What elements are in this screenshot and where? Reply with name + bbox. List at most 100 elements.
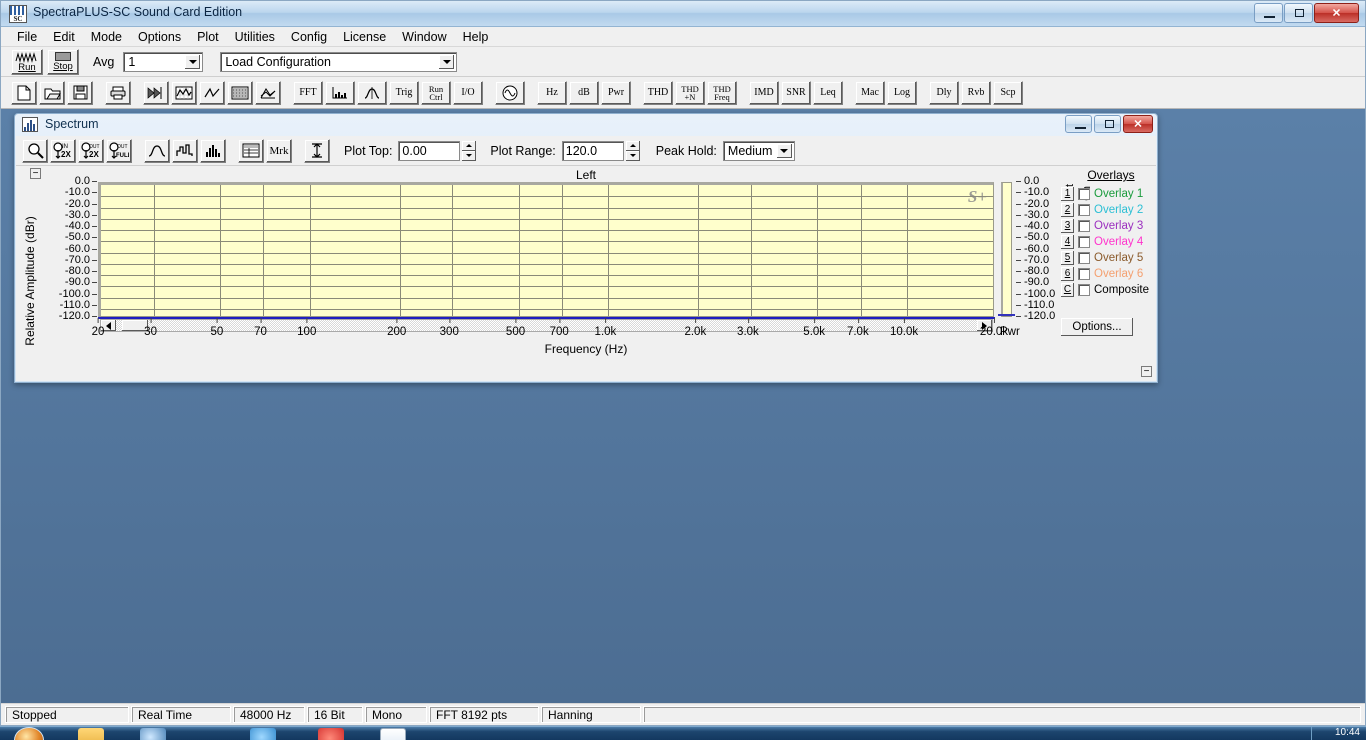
close-button[interactable]: ✕ bbox=[1314, 3, 1359, 23]
marker-button[interactable]: Mrk bbox=[266, 138, 292, 163]
avg-combo[interactable]: 1 bbox=[123, 51, 204, 72]
mdi-client-area: Spectrum ✕ IN 2X OUT 2X OUT FUL Mrk Plot… bbox=[1, 109, 1365, 703]
new-document-button[interactable] bbox=[11, 80, 37, 105]
3d-surface-button[interactable] bbox=[255, 80, 281, 105]
overlay-set-button[interactable]: 3 bbox=[1061, 218, 1074, 233]
stepper-up[interactable] bbox=[625, 140, 640, 151]
signal-generator-button[interactable] bbox=[495, 80, 525, 105]
fft-button[interactable]: FFT bbox=[293, 80, 323, 105]
snr-button[interactable]: SNR bbox=[781, 80, 811, 105]
chevron-down-icon[interactable] bbox=[185, 54, 201, 69]
dly-button[interactable]: Dly bbox=[929, 80, 959, 105]
step-plot-button[interactable] bbox=[172, 138, 198, 163]
menu-config[interactable]: Config bbox=[283, 28, 335, 46]
overlay-set-button[interactable]: 5 bbox=[1061, 250, 1074, 265]
bar-plot-button[interactable] bbox=[200, 138, 226, 163]
stepper-up[interactable] bbox=[462, 140, 477, 151]
vertical-scale-button[interactable] bbox=[304, 138, 330, 163]
chevron-down-icon[interactable] bbox=[776, 143, 792, 158]
peak-hold-combo[interactable]: Medium bbox=[722, 140, 795, 161]
run-control-button[interactable]: Run Ctrl bbox=[421, 80, 451, 105]
open-file-button[interactable] bbox=[39, 80, 65, 105]
scp-button[interactable]: Scp bbox=[993, 80, 1023, 105]
zoom-out-full-button[interactable]: OUT FULL bbox=[106, 138, 132, 163]
save-button[interactable] bbox=[67, 80, 93, 105]
leq-button[interactable]: Leq bbox=[813, 80, 843, 105]
stop-button[interactable]: Stop bbox=[47, 48, 79, 75]
stepper-down[interactable] bbox=[625, 150, 640, 161]
taskbar-item-media[interactable] bbox=[140, 728, 166, 740]
taskbar-item-explorer[interactable] bbox=[78, 728, 104, 740]
overlays-title: Overlays bbox=[1087, 168, 1135, 182]
minimize-button[interactable] bbox=[1254, 3, 1283, 23]
overlay-set-button[interactable]: 4 bbox=[1061, 234, 1074, 249]
thd-button[interactable]: THD bbox=[643, 80, 673, 105]
spectrum-title-bar[interactable]: Spectrum ✕ bbox=[15, 114, 1157, 136]
menu-options[interactable]: Options bbox=[130, 28, 189, 46]
bar-meter-button[interactable] bbox=[325, 80, 355, 105]
title-bar[interactable]: SC SpectraPLUS-SC Sound Card Edition ✕ bbox=[1, 1, 1365, 27]
zoom-select-button[interactable] bbox=[22, 138, 48, 163]
menu-file[interactable]: File bbox=[9, 28, 45, 46]
menu-mode[interactable]: Mode bbox=[83, 28, 130, 46]
line-plot-button[interactable] bbox=[144, 138, 170, 163]
start-orb-icon[interactable] bbox=[14, 727, 44, 740]
hz-button[interactable]: Hz bbox=[537, 80, 567, 105]
overlay-on-checkbox[interactable] bbox=[1078, 219, 1090, 232]
menu-help[interactable]: Help bbox=[455, 28, 497, 46]
menu-utilities[interactable]: Utilities bbox=[227, 28, 283, 46]
spectrum-minimize-button[interactable] bbox=[1065, 115, 1092, 133]
overlay-label: Overlay 4 bbox=[1094, 235, 1144, 248]
overlay-on-checkbox[interactable] bbox=[1078, 187, 1090, 200]
rvb-button[interactable]: Rvb bbox=[961, 80, 991, 105]
io-button[interactable]: I/O bbox=[453, 80, 483, 105]
menu-license[interactable]: License bbox=[335, 28, 394, 46]
plot-top-input[interactable]: 0.00 bbox=[398, 140, 461, 161]
pwr-button[interactable]: Pwr bbox=[601, 80, 631, 105]
overlay-on-checkbox[interactable] bbox=[1078, 235, 1090, 248]
spectrum-close-button[interactable]: ✕ bbox=[1123, 115, 1153, 133]
overlay-on-checkbox[interactable] bbox=[1078, 267, 1090, 280]
zoom-in-2x-button[interactable]: IN 2X bbox=[50, 138, 76, 163]
stepper-down[interactable] bbox=[462, 150, 477, 161]
mac-button[interactable]: Mac bbox=[855, 80, 885, 105]
log-button[interactable]: Log bbox=[887, 80, 917, 105]
bell-curve-button[interactable] bbox=[357, 80, 387, 105]
trigger-button[interactable]: Trig bbox=[389, 80, 419, 105]
configuration-combo[interactable]: Load Configuration bbox=[220, 51, 458, 72]
menu-window[interactable]: Window bbox=[394, 28, 454, 46]
thd-n-button[interactable]: THD +N bbox=[675, 80, 705, 105]
overlay-set-button[interactable]: 2 bbox=[1061, 202, 1074, 217]
plot-range-input[interactable]: 120.0 bbox=[561, 140, 624, 161]
overlay-options-button[interactable]: Options... bbox=[1061, 318, 1133, 336]
print-button[interactable] bbox=[105, 80, 131, 105]
table-view-button[interactable] bbox=[238, 138, 264, 163]
menu-edit[interactable]: Edit bbox=[45, 28, 83, 46]
chevron-down-icon[interactable] bbox=[439, 54, 455, 69]
overlay-set-button[interactable]: 1 bbox=[1061, 186, 1074, 201]
overlay-on-checkbox[interactable] bbox=[1078, 203, 1090, 216]
plot-grid[interactable]: S+ bbox=[98, 182, 994, 317]
taskbar-item-opera[interactable] bbox=[318, 728, 344, 740]
overlay-on-checkbox[interactable] bbox=[1078, 283, 1090, 296]
zoom-out-2x-button[interactable]: OUT 2X bbox=[78, 138, 104, 163]
db-button[interactable]: dB bbox=[569, 80, 599, 105]
plot-top-stepper[interactable] bbox=[462, 140, 477, 161]
overlay-on-checkbox[interactable] bbox=[1078, 251, 1090, 264]
plot-range-stepper[interactable] bbox=[625, 140, 640, 161]
taskbar-item-spectraplus[interactable] bbox=[380, 728, 406, 740]
overlay-set-button[interactable]: C bbox=[1061, 282, 1074, 297]
thd-freq-button[interactable]: THD Freq bbox=[707, 80, 737, 105]
taskbar-item-browser[interactable] bbox=[250, 728, 276, 740]
overlay-set-button[interactable]: 6 bbox=[1061, 266, 1074, 281]
spectrum-plot-button[interactable] bbox=[171, 80, 197, 105]
imd-button[interactable]: IMD bbox=[749, 80, 779, 105]
menu-plot[interactable]: Plot bbox=[189, 28, 227, 46]
maximize-button[interactable] bbox=[1284, 3, 1313, 23]
time-series-button[interactable] bbox=[199, 80, 225, 105]
fast-forward-button[interactable] bbox=[143, 80, 169, 105]
spectrum-maximize-button[interactable] bbox=[1094, 115, 1121, 133]
collapse-bottom-panel-button[interactable]: − bbox=[1141, 366, 1152, 377]
spectrogram-button[interactable] bbox=[227, 80, 253, 105]
run-button[interactable]: Run bbox=[11, 48, 43, 75]
